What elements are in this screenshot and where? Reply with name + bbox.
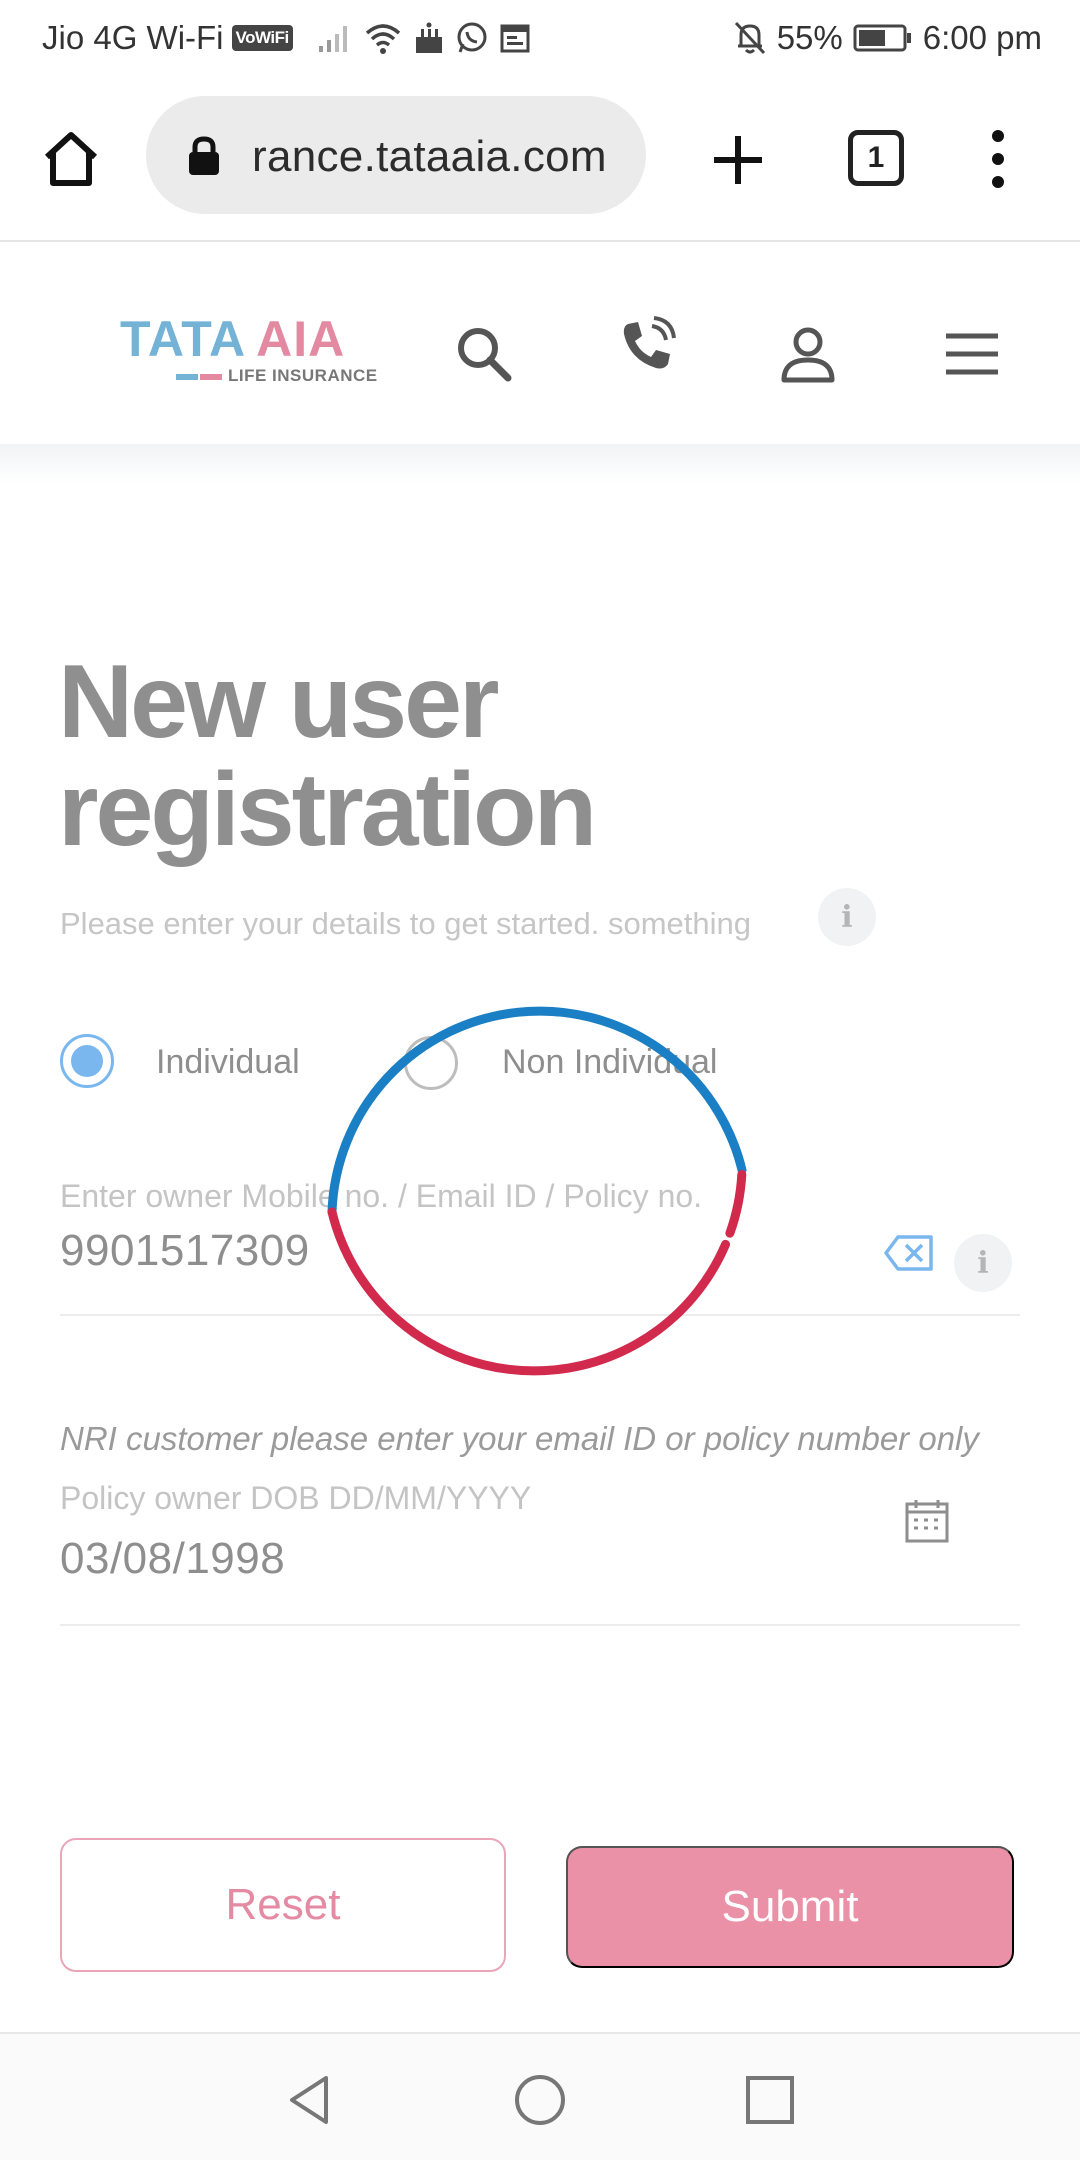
radio-non-individual[interactable] [404, 1036, 458, 1090]
logo-aia: AIA [256, 311, 346, 367]
dob-label: Policy owner DOB DD/MM/YYYY [60, 1480, 532, 1516]
submit-button[interactable]: Submit [566, 1846, 1014, 1968]
clear-input-icon[interactable] [884, 1234, 934, 1272]
mute-notifications-icon [734, 21, 765, 55]
page-subtitle: Please enter your details to get started… [60, 906, 752, 941]
recent-apps-icon[interactable] [742, 2072, 798, 2128]
browser-menu-button[interactable] [978, 126, 1018, 192]
status-right: 55% 6:00 pm [723, 18, 1042, 58]
address-bar[interactable]: rance.tataaia.com [146, 96, 646, 214]
logo-wordmark: TATA AIA [120, 310, 345, 368]
radio-non-individual-label[interactable]: Non Individual [502, 1043, 717, 1082]
status-icons [317, 21, 541, 55]
clock: 6:00 pm [922, 19, 1042, 56]
logo-subtitle-text: LIFE INSURANCE [228, 366, 378, 385]
subtitle-info-button[interactable]: i [818, 888, 876, 946]
reset-button[interactable]: Reset [60, 1838, 506, 1972]
signal-icon [318, 26, 347, 52]
back-icon[interactable] [282, 2072, 338, 2128]
url-text: rance.tataaia.com [252, 132, 607, 181]
owner-id-label: Enter owner Mobile no. / Email ID / Poli… [60, 1178, 703, 1214]
hamburger-menu-icon[interactable] [940, 322, 1004, 386]
wifi-icon [365, 24, 400, 54]
tab-switcher-button[interactable]: 1 [848, 130, 904, 186]
page-title: New user registration [58, 644, 597, 868]
android-nav-bar [0, 2032, 1080, 2160]
calendar-notification-icon [500, 24, 530, 53]
tata-aia-logo[interactable]: TATA AIA LIFE INSURANCE [120, 310, 390, 392]
owner-id-underline [60, 1314, 1020, 1316]
radio-individual[interactable] [60, 1034, 114, 1088]
owner-id-input[interactable]: 9901517309 [60, 1226, 310, 1276]
radio-individual-label[interactable]: Individual [156, 1043, 300, 1082]
battery-icon [853, 24, 911, 52]
home-nav-icon[interactable] [512, 2072, 568, 2128]
cake-icon [415, 22, 442, 53]
carrier-label: Jio 4G Wi-Fi [42, 19, 224, 56]
logo-subtitle: LIFE INSURANCE [176, 366, 378, 386]
header-shadow [0, 444, 1080, 484]
vowifi-badge: VoWiFi [231, 25, 293, 51]
search-icon[interactable] [452, 322, 516, 386]
dob-underline [60, 1624, 1020, 1626]
home-button[interactable] [38, 126, 104, 192]
new-tab-button[interactable] [706, 128, 770, 192]
dob-input[interactable]: 03/08/1998 [60, 1534, 285, 1584]
logo-tata: TATA [120, 311, 247, 367]
owner-id-info-button[interactable]: i [954, 1234, 1012, 1292]
home-icon [44, 132, 98, 186]
battery-percent: 55% [776, 19, 843, 56]
status-left: Jio 4G Wi-Fi VoWiFi [42, 18, 541, 58]
nri-hint: NRI customer please enter your email ID … [60, 1420, 979, 1457]
site-header: TATA AIA LIFE INSURANCE [0, 244, 1080, 444]
phone-call-icon[interactable] [614, 314, 678, 378]
browser-toolbar: rance.tataaia.com 1 [0, 76, 1080, 242]
status-bar: Jio 4G Wi-Fi VoWiFi 55% 6:00 pm [0, 0, 1080, 76]
whatsapp-icon [457, 22, 487, 53]
user-account-icon[interactable] [776, 322, 840, 386]
calendar-icon[interactable] [904, 1498, 950, 1544]
lock-icon [189, 136, 219, 175]
